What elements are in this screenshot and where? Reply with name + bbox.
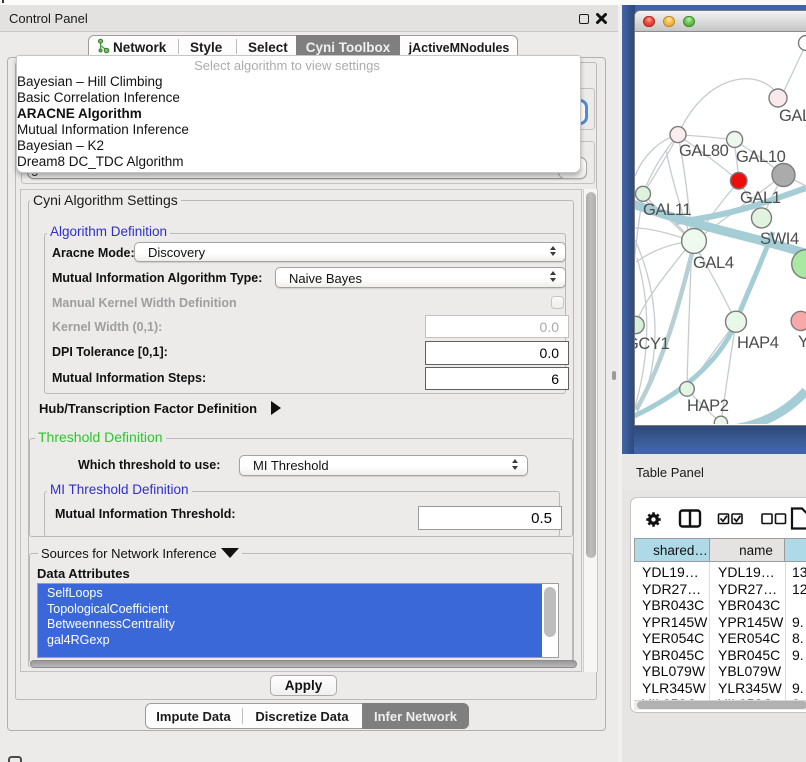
svg-text:GAL1: GAL1 bbox=[740, 189, 781, 207]
svg-text:HAP2: HAP2 bbox=[687, 397, 729, 415]
svg-text:GAL80: GAL80 bbox=[679, 142, 729, 160]
svg-text:GCY1: GCY1 bbox=[635, 335, 670, 353]
svg-text:GAL: GAL bbox=[779, 107, 806, 125]
svg-text:GAL4: GAL4 bbox=[693, 254, 734, 272]
svg-text:GAL11: GAL11 bbox=[643, 201, 691, 219]
svg-text:Y: Y bbox=[798, 333, 806, 351]
svg-text:HAP4: HAP4 bbox=[737, 334, 779, 352]
svg-text:GAL10: GAL10 bbox=[736, 148, 786, 166]
svg-text:SWI4: SWI4 bbox=[760, 230, 799, 248]
